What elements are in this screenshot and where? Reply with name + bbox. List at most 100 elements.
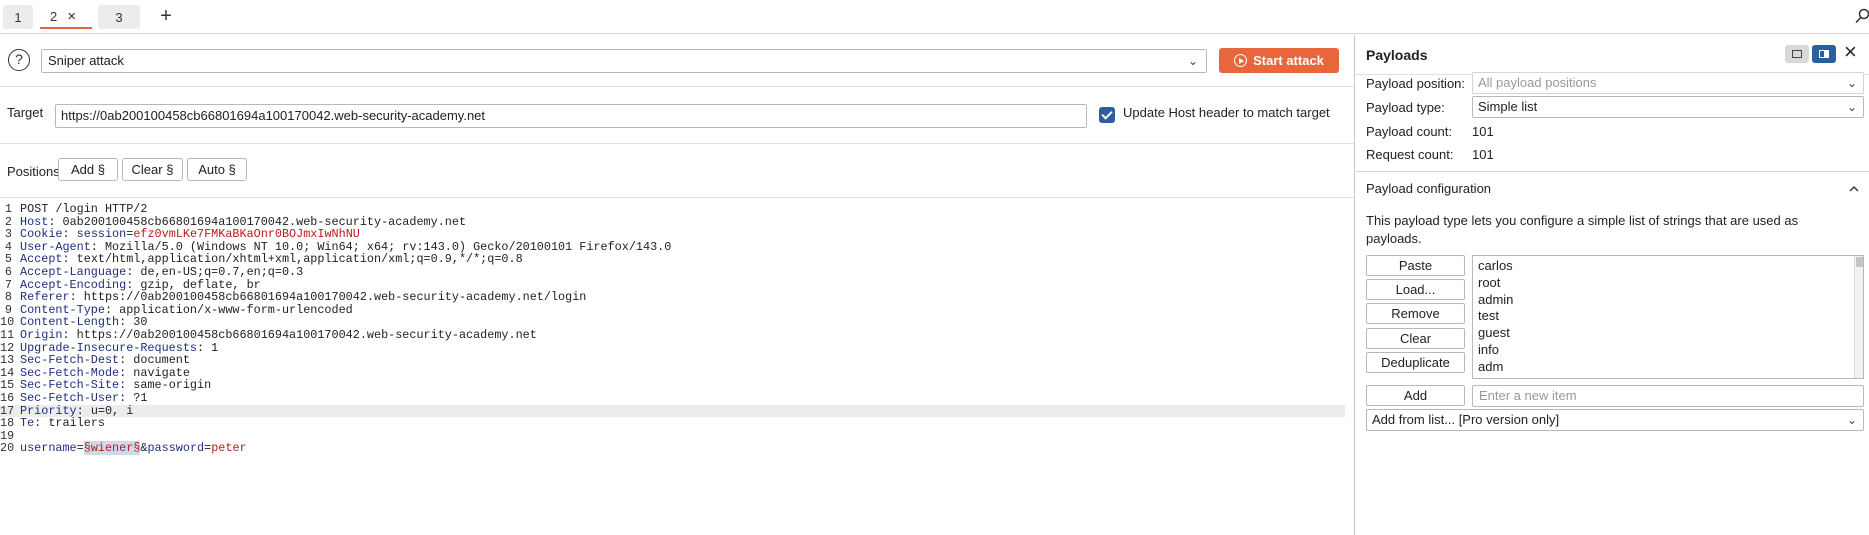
line-number: 18	[0, 416, 15, 431]
start-attack-label: Start attack	[1253, 53, 1324, 68]
add-from-list-label: Add from list... [Pro version only]	[1372, 412, 1560, 427]
positions-label: Positions	[7, 164, 60, 179]
payload-type-select[interactable]: Simple list ⌄	[1472, 96, 1864, 118]
header-value: trailers	[41, 416, 105, 431]
payload-config-description: This payload type lets you configure a s…	[1366, 213, 1799, 246]
request-editor[interactable]: 1 POST /login HTTP/2 2 Host: 0ab200100458cb…	[0, 198, 1354, 535]
param-name: username	[20, 441, 77, 456]
payload-list-item[interactable]: adm	[1478, 358, 1503, 375]
start-attack-button[interactable]: Start attack	[1219, 48, 1339, 73]
payload-list-item[interactable]: root	[1478, 274, 1500, 291]
line-number: 16	[0, 391, 15, 405]
payload-position-label: Payload position:	[1366, 76, 1466, 91]
close-icon[interactable]: ×	[1844, 41, 1857, 63]
line-number: 1	[4, 202, 12, 216]
request-line: 20 username=§wiener§&password=peter	[0, 441, 1354, 456]
auto-position-button[interactable]: Auto §	[187, 158, 247, 181]
request-line: 16 Sec-Fetch-User: ?1	[0, 392, 1354, 405]
scrollbar[interactable]	[1854, 256, 1863, 378]
line-number: 11	[0, 328, 15, 342]
layout-horizontal-button[interactable]	[1785, 45, 1809, 63]
add-item-button[interactable]: Add	[1366, 385, 1465, 406]
help-icon[interactable]: ?	[8, 49, 30, 71]
scrollbar-thumb[interactable]	[1856, 257, 1863, 267]
payload-list-item[interactable]: info	[1478, 341, 1499, 358]
payloads-header: Payloads ×	[1355, 35, 1869, 75]
clear-position-button[interactable]: Clear §	[122, 158, 183, 181]
paste-button[interactable]: Paste	[1366, 255, 1465, 276]
attack-type-select[interactable]: Sniper attack ⌄	[41, 49, 1207, 73]
payload-position-marker: §wiener§	[83, 441, 141, 456]
tab-3[interactable]: 3	[98, 5, 140, 29]
payload-count-value: 101	[1472, 124, 1494, 139]
payload-type-value: Simple list	[1478, 99, 1538, 114]
request-line: 9 Content-Type: application/x-www-form-ur…	[0, 302, 1354, 317]
update-host-checkbox[interactable]	[1099, 107, 1115, 123]
line-number: 8	[4, 290, 12, 305]
tab-bar: 1 2 × 3 +	[0, 0, 1869, 34]
payload-position-value: All payload positions	[1478, 75, 1597, 90]
tab-2[interactable]: 2 ×	[40, 5, 92, 29]
intruder-left-panel: ? Sniper attack ⌄ Start attack Target ht…	[0, 35, 1354, 535]
close-icon[interactable]: ×	[67, 9, 76, 24]
tab-1[interactable]: 1	[3, 5, 33, 29]
param-value: peter	[211, 441, 247, 456]
layout-horizontal-icon	[1792, 50, 1802, 58]
header-value: application/x-www-form-urlencoded	[112, 302, 353, 317]
target-url-input[interactable]: https://0ab200100458cb66801694a100170042…	[55, 104, 1087, 128]
request-line: 15 Sec-Fetch-Site: same-origin	[0, 379, 1354, 392]
payload-config-title: Payload configuration	[1366, 181, 1492, 196]
line-number: 3	[4, 227, 12, 242]
param-operator: =	[76, 441, 84, 456]
update-host-label: Update Host header to match target	[1123, 105, 1330, 120]
payload-list-item[interactable]: admin	[1478, 291, 1513, 308]
clear-button[interactable]: Clear	[1366, 328, 1465, 349]
add-position-button[interactable]: Add §	[58, 158, 118, 181]
chevron-down-icon: ⌄	[1846, 100, 1857, 114]
payload-position-select[interactable]: All payload positions ⌄	[1472, 72, 1864, 94]
target-row: Target https://0ab200100458cb66801694a10…	[0, 87, 1354, 144]
new-item-input[interactable]: Enter a new item	[1472, 385, 1864, 407]
payload-type-label: Payload type:	[1366, 100, 1445, 115]
tab-label: 1	[14, 9, 22, 25]
request-line: 12 Upgrade-Insecure-Requests: 1	[0, 340, 1354, 355]
attack-row: ? Sniper attack ⌄ Start attack	[0, 35, 1354, 87]
request-count-value: 101	[1472, 147, 1494, 162]
request-count-label: Request count:	[1366, 147, 1454, 162]
layout-vertical-button[interactable]	[1812, 45, 1836, 63]
line-content: username=§wiener§&password=peter	[20, 441, 247, 456]
chevron-up-icon[interactable]	[1849, 184, 1859, 194]
header-value: 1	[204, 340, 219, 355]
payloads-panel: Payloads × Payload position: All payload…	[1354, 35, 1869, 535]
param-name: password	[147, 441, 205, 456]
chevron-down-icon: ⌄	[1846, 76, 1857, 90]
payload-list-item[interactable]: test	[1478, 307, 1499, 324]
header-name: Te	[20, 416, 35, 431]
play-icon	[1234, 54, 1248, 67]
deduplicate-button[interactable]: Deduplicate	[1366, 352, 1465, 373]
tab-label: 3	[115, 9, 123, 25]
attack-type-value: Sniper attack	[48, 53, 124, 68]
line-number: 13	[0, 353, 15, 368]
section-divider	[1355, 171, 1869, 172]
request-line: 18 Te: trailers	[0, 417, 1354, 430]
add-tab-icon[interactable]: +	[154, 5, 178, 29]
layout-vertical-icon	[1819, 50, 1829, 58]
load-button[interactable]: Load...	[1366, 279, 1465, 300]
chevron-down-icon: ⌄	[1846, 413, 1857, 427]
line-number: 6	[4, 265, 12, 279]
line-content: Te: trailers	[20, 416, 105, 431]
line-number: 20	[0, 441, 15, 456]
target-label: Target	[7, 105, 44, 120]
tab-label: 2	[50, 8, 58, 24]
request-line: 17 Priority: u=0, i	[0, 404, 1345, 418]
payload-list-item[interactable]: carlos	[1478, 257, 1513, 274]
add-from-list-select[interactable]: Add from list... [Pro version only] ⌄	[1366, 409, 1864, 431]
payload-count-label: Payload count:	[1366, 124, 1453, 139]
request-line: 13 Sec-Fetch-Dest: document	[0, 354, 1354, 367]
remove-button[interactable]: Remove	[1366, 303, 1465, 324]
payload-list[interactable]: carlos root admin test guest info adm	[1472, 255, 1864, 379]
search-icon[interactable]	[1855, 8, 1869, 24]
positions-row: Positions Add § Clear § Auto §	[0, 144, 1354, 198]
payload-list-item[interactable]: guest	[1478, 324, 1510, 341]
